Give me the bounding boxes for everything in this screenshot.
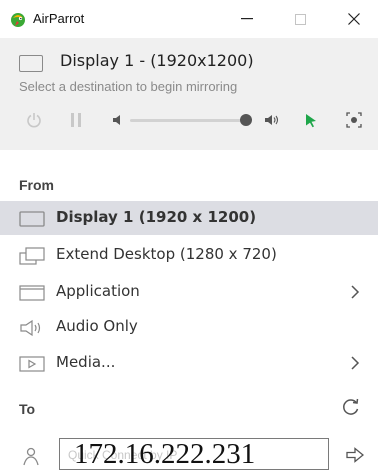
application-window-icon bbox=[19, 285, 45, 301]
power-button[interactable] bbox=[24, 110, 44, 130]
display-icon bbox=[19, 55, 43, 72]
pause-button[interactable] bbox=[66, 110, 86, 130]
from-section-label: From bbox=[19, 177, 54, 193]
close-button[interactable] bbox=[332, 0, 376, 38]
close-icon bbox=[348, 13, 360, 25]
ip-address-input[interactable] bbox=[74, 439, 324, 469]
power-icon bbox=[27, 113, 41, 128]
source-item-media[interactable]: Media... bbox=[0, 346, 378, 380]
source-item-label: Media... bbox=[56, 353, 116, 371]
maximize-icon bbox=[294, 13, 306, 25]
source-item-audio-only[interactable]: Audio Only bbox=[0, 310, 378, 344]
focus-button[interactable] bbox=[344, 110, 364, 130]
source-item-application[interactable]: Application bbox=[0, 275, 378, 309]
source-item-display-1[interactable]: Display 1 (1920 x 1200) bbox=[0, 201, 378, 235]
chevron-right-icon bbox=[351, 356, 360, 370]
to-section-label: To bbox=[19, 401, 36, 417]
media-play-icon bbox=[19, 356, 45, 372]
minimize-icon bbox=[241, 18, 253, 20]
pause-icon bbox=[71, 113, 81, 127]
source-item-label: Audio Only bbox=[56, 317, 138, 335]
cursor-toggle-button[interactable] bbox=[303, 111, 319, 129]
ip-input-box[interactable]: Quick Connect by IP bbox=[59, 438, 329, 470]
source-item-extend-desktop[interactable]: Extend Desktop (1280 x 720) bbox=[0, 238, 378, 272]
cursor-pointer-icon bbox=[306, 113, 316, 127]
volume-slider-thumb[interactable] bbox=[239, 114, 252, 126]
title-bar: AirParrot bbox=[0, 0, 378, 38]
volume-slider-track[interactable] bbox=[130, 119, 248, 122]
quick-connect-row: Quick Connect by IP bbox=[0, 436, 378, 470]
status-panel: Display 1 - (1920x1200) Select a destina… bbox=[0, 38, 378, 150]
person-network-icon bbox=[23, 447, 39, 466]
maximize-button[interactable] bbox=[278, 0, 322, 38]
chevron-right-icon bbox=[351, 285, 360, 299]
speaker-icon bbox=[20, 319, 41, 337]
source-item-label: Display 1 (1920 x 1200) bbox=[56, 208, 257, 226]
extend-desktop-icon bbox=[19, 247, 45, 265]
speaker-low-icon bbox=[113, 115, 120, 125]
volume-low-button[interactable] bbox=[111, 112, 125, 128]
focus-frame-icon bbox=[346, 112, 362, 128]
airparrot-logo-icon bbox=[11, 13, 25, 27]
current-source-title: Display 1 - (1920x1200) bbox=[60, 51, 254, 70]
minimize-button[interactable] bbox=[225, 0, 269, 38]
refresh-icon[interactable] bbox=[341, 397, 361, 417]
volume-high-button[interactable] bbox=[263, 112, 281, 128]
display-icon bbox=[19, 211, 45, 227]
connect-arrow-icon[interactable] bbox=[346, 447, 364, 463]
source-item-label: Extend Desktop (1280 x 720) bbox=[56, 245, 277, 263]
window-title: AirParrot bbox=[33, 11, 85, 26]
status-message: Select a destination to begin mirroring bbox=[19, 79, 238, 94]
speaker-high-icon bbox=[265, 115, 279, 125]
source-item-label: Application bbox=[56, 282, 140, 300]
